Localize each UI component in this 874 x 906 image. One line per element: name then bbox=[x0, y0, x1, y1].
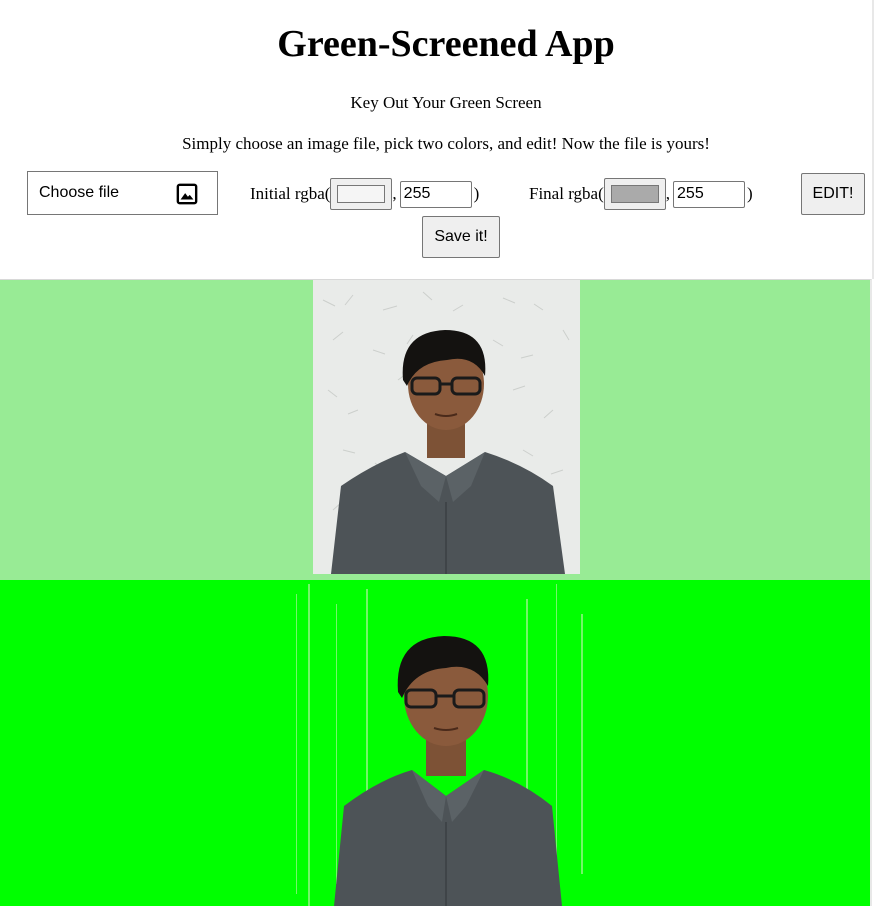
initial-alpha-input[interactable] bbox=[399, 180, 472, 208]
initial-color-picker[interactable] bbox=[330, 178, 393, 210]
final-close-paren: ) bbox=[747, 184, 753, 203]
page-title: Green-Screened App bbox=[277, 23, 615, 65]
final-separator: , bbox=[665, 184, 671, 203]
page-description: Simply choose an image file, pick two co… bbox=[182, 134, 710, 153]
original-photo bbox=[313, 280, 580, 574]
initial-color-swatch bbox=[337, 185, 386, 203]
initial-separator: , bbox=[392, 184, 397, 203]
final-color-picker[interactable] bbox=[603, 178, 666, 210]
edited-photo bbox=[296, 584, 583, 906]
image-icon bbox=[176, 183, 198, 205]
initial-close-paren: ) bbox=[473, 184, 480, 203]
final-rgba-group: Final rgba( , ) bbox=[529, 174, 753, 214]
file-chooser-label: Choose file bbox=[39, 184, 120, 201]
file-chooser[interactable]: Choose file bbox=[27, 171, 218, 215]
save-button[interactable]: Save it! bbox=[422, 216, 500, 258]
edited-image-canvas bbox=[0, 580, 872, 906]
page-subtitle: Key Out Your Green Screen bbox=[350, 93, 542, 112]
app-header: Green-Screened App Key Out Your Green Sc… bbox=[0, 0, 874, 279]
final-rgba-label: Final rgba( bbox=[529, 184, 604, 203]
original-image-canvas bbox=[0, 279, 872, 580]
initial-rgba-group: Initial rgba( , ) bbox=[250, 174, 479, 214]
initial-rgba-label: Initial rgba( bbox=[250, 184, 331, 203]
edit-button[interactable]: EDIT! bbox=[801, 173, 865, 215]
final-alpha-input[interactable] bbox=[673, 180, 746, 208]
final-color-swatch bbox=[610, 185, 659, 203]
